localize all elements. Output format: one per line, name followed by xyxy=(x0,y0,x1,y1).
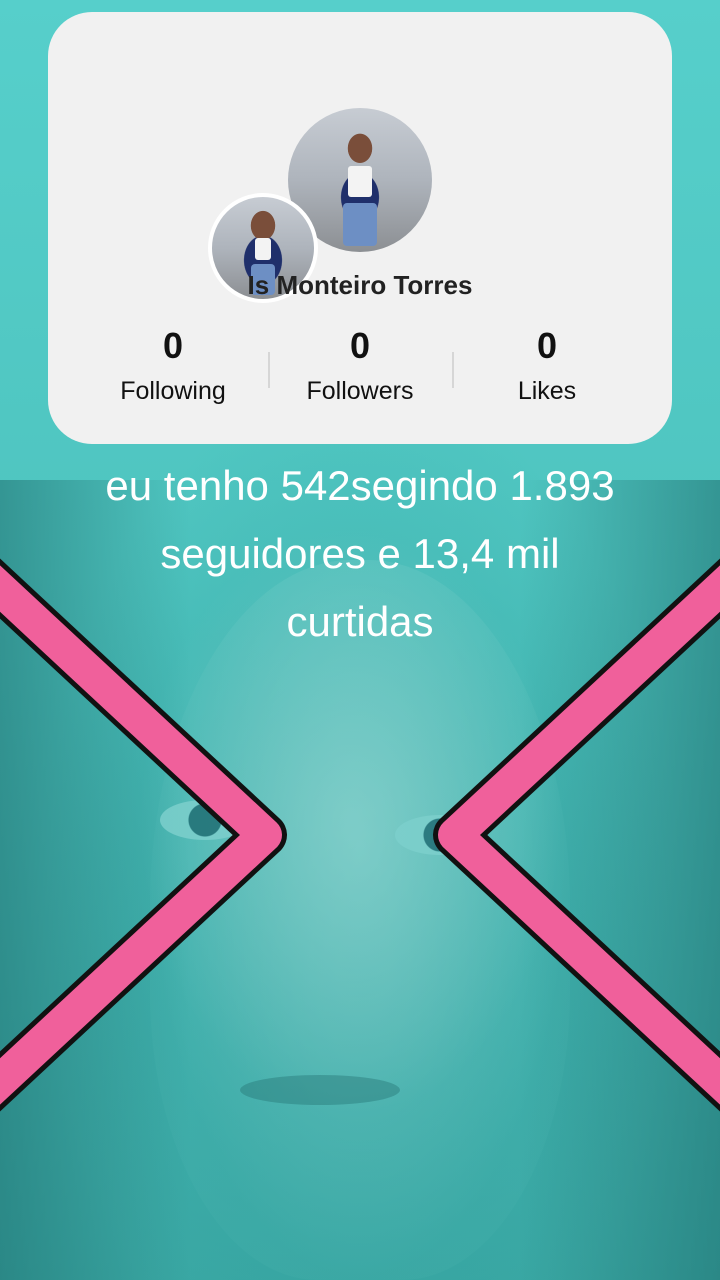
stat-followers[interactable]: 0 Followers xyxy=(267,325,453,406)
profile-name: Is Monteiro Torres xyxy=(247,270,473,300)
stat-likes-label: Likes xyxy=(517,377,577,405)
stat-following-value: 0 xyxy=(162,325,184,366)
avatar-figure-shirt xyxy=(254,237,272,261)
stat-likes[interactable]: 0 Likes xyxy=(454,325,640,406)
avatar-figure-legs xyxy=(342,203,378,247)
caption-line-1: eu tenho 542segindo 1.893 xyxy=(105,462,615,509)
stat-following-label: Following xyxy=(120,377,226,405)
stat-likes-value: 0 xyxy=(536,325,558,366)
stat-followers-label: Followers xyxy=(306,377,414,405)
chevron-right-icon xyxy=(0,558,287,1112)
stat-following[interactable]: 0 Following xyxy=(80,325,266,406)
stat-followers-value: 0 xyxy=(349,325,371,366)
avatar-figure-shirt xyxy=(348,165,372,198)
chevron-left-icon xyxy=(433,558,720,1112)
